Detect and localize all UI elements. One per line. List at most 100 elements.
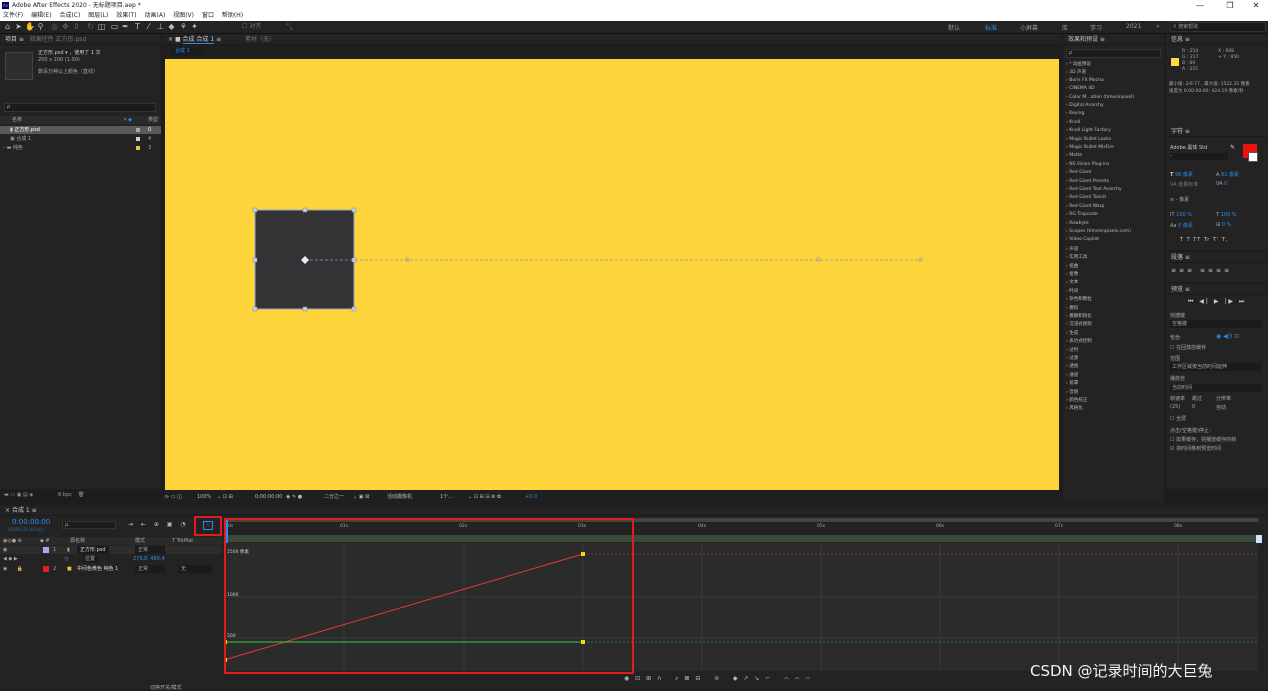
effects-category-item[interactable]: › 模拟: [1066, 305, 1078, 311]
effects-category-item[interactable]: › Keying: [1066, 111, 1084, 116]
snap-options-icon[interactable]: ⤡: [285, 22, 294, 32]
skip-dropdown[interactable]: 0: [1192, 404, 1195, 410]
orbit-tool-icon[interactable]: ◎: [50, 22, 59, 32]
rotate-tool-icon[interactable]: ↻: [86, 22, 95, 32]
label-icon[interactable]: ◆ #: [40, 537, 50, 545]
timeline-switches-icons[interactable]: ⇥ ⇤ ⊕ ▣ ◔: [128, 521, 189, 528]
brush-tool-icon[interactable]: ⁄: [144, 22, 153, 32]
effects-category-item[interactable]: › Rowbyte: [1066, 221, 1089, 226]
menu-composition[interactable]: 合成(C): [59, 12, 80, 19]
roto-brush-tool-icon[interactable]: ⚘: [179, 22, 188, 32]
menu-view[interactable]: 视图(V): [173, 12, 194, 19]
playback-controls-icon[interactable]: ⏮ ◀| ▶ |▶ ⏭: [1188, 298, 1246, 306]
type-tool-icon[interactable]: T: [133, 22, 142, 32]
project-item-solids-folder[interactable]: › ▬ 纯色 3: [0, 144, 161, 152]
col-name-header[interactable]: 名称: [12, 117, 22, 123]
effects-category-item[interactable]: › Red Giant Presets: [1066, 179, 1109, 184]
effects-category-item[interactable]: › Magic Bullet Looks: [1066, 137, 1111, 142]
help-search-input[interactable]: ⚲ 搜索帮助: [1170, 22, 1266, 32]
layer-mode-dropdown[interactable]: 正常: [135, 565, 165, 573]
effects-category-item[interactable]: › Matte: [1066, 153, 1082, 158]
layer-row-2[interactable]: ◉ 🔒 2 ■ 中间色黄色 纯色 1 正常 无: [0, 565, 222, 573]
minimize-button[interactable]: —: [1190, 0, 1210, 11]
tab-footage[interactable]: 素材（无）: [245, 36, 275, 43]
menu-effect[interactable]: 效果(T): [116, 12, 136, 19]
effects-category-item[interactable]: › Red Giant: [1066, 170, 1091, 175]
menu-layer[interactable]: 图层(L): [88, 12, 108, 19]
character-title[interactable]: 字符: [1171, 128, 1183, 135]
maximize-button[interactable]: ❐: [1220, 0, 1240, 11]
range-dropdown[interactable]: 工作区域按当前时间延伸: [1170, 363, 1262, 371]
keyframe-nav-icon[interactable]: ◀ ◆ ▶: [3, 556, 18, 562]
effects-category-item[interactable]: › 过时: [1066, 347, 1078, 353]
effects-category-item[interactable]: › 声道: [1066, 246, 1078, 252]
workspace-learn[interactable]: 学习: [1090, 23, 1102, 32]
effects-category-item[interactable]: › RG Trapcode: [1066, 212, 1098, 217]
col-trkmat[interactable]: T TrkMat: [172, 537, 193, 545]
effects-category-item[interactable]: › 表达式控制: [1066, 338, 1092, 344]
timeline-search-input[interactable]: ρ.: [62, 521, 116, 529]
bpc-label[interactable]: 8 bpc: [58, 490, 72, 500]
effects-category-item[interactable]: › 抠像: [1066, 271, 1078, 277]
effects-category-item[interactable]: › Scopes (timesinpixels.com): [1066, 229, 1131, 234]
grid-icons[interactable]: ⌄ ⊡ ⊞: [217, 492, 233, 502]
effects-category-item[interactable]: › 实用工具: [1066, 254, 1087, 260]
effects-category-item[interactable]: › 扭曲: [1066, 263, 1078, 269]
workspace-small-screen[interactable]: 小屏幕: [1020, 23, 1038, 32]
effects-category-item[interactable]: › Boris FX Mocha: [1066, 78, 1104, 83]
pan-behind-tool-icon[interactable]: ◫: [97, 22, 106, 32]
exposure-value[interactable]: +0.0: [525, 492, 537, 502]
close-tab-icon[interactable]: ×: [5, 507, 12, 514]
menu-edit[interactable]: 编辑(E): [31, 12, 51, 19]
timeline-current-time[interactable]: 0:00:00:00: [12, 518, 50, 526]
text-style-buttons[interactable]: T T TT Tr T' T,: [1180, 237, 1229, 243]
menu-file[interactable]: 文件(F): [3, 12, 23, 19]
effects-presets-title[interactable]: 效果和预设: [1068, 36, 1098, 43]
workspace-libraries[interactable]: 库: [1062, 23, 1068, 32]
resolution-dropdown[interactable]: 二分之一: [324, 492, 344, 502]
layer-property-position[interactable]: ◀ ◆ ▶ ◷ 位置 279.8, 485.4: [0, 555, 222, 563]
font-size-field[interactable]: T 96 像素: [1170, 171, 1193, 178]
project-search-input[interactable]: ρ: [4, 103, 156, 112]
stopwatch-icon[interactable]: ◷: [64, 555, 68, 563]
label-color-swatch[interactable]: [136, 146, 140, 150]
selection-tool-icon[interactable]: ➤: [14, 22, 23, 32]
tab-project[interactable]: 项目: [5, 36, 17, 43]
include-video-audio-icons[interactable]: ◉ ◀)) ⊡: [1216, 333, 1239, 340]
label-color-swatch[interactable]: [136, 137, 140, 141]
effects-category-item[interactable]: › Color M...ation (timesinpixel): [1066, 95, 1134, 100]
font-style-dropdown[interactable]: -: [1170, 153, 1228, 160]
tsume-field[interactable]: ⊞ 0 %: [1216, 222, 1231, 228]
play-from-dropdown[interactable]: 当前时间: [1170, 384, 1262, 392]
play-cached-checkbox[interactable]: ☐ 如果缓存，则播放缓存的帧: [1170, 436, 1236, 443]
effects-category-item[interactable]: › 过渡: [1066, 355, 1078, 361]
tab-composition[interactable]: 合成 合成 1: [182, 36, 215, 44]
preview-toggle-icons[interactable]: ⊳ ▭ ◫: [165, 492, 182, 502]
graph-toolbar-icons[interactable]: ◉ ⊡ ⊞ ∩ ⌕ ⊠ ⊟ ≋ ◆ ↗ ↘ ⌐ ⌒ ⌒ ⌒: [624, 675, 812, 683]
alignment-buttons-icon[interactable]: ≡≡≡ ≡≡≡≡: [1171, 267, 1232, 274]
zoom-dropdown[interactable]: 100%: [197, 492, 211, 502]
av-features-icons[interactable]: ◉◎● ⊕: [3, 538, 22, 544]
home-icon[interactable]: ⌂: [3, 22, 12, 32]
menu-window[interactable]: 窗口: [202, 12, 214, 19]
effects-category-item[interactable]: › 通道: [1066, 372, 1078, 378]
effects-category-item[interactable]: › Red Giant Warp: [1066, 204, 1104, 209]
effects-category-item[interactable]: › 音频: [1066, 389, 1078, 395]
position-value[interactable]: 279.8, 485.4: [133, 555, 165, 563]
project-item-square[interactable]: ▮ 正方形.psd 0: [0, 126, 161, 134]
eraser-tool-icon[interactable]: ◆: [167, 22, 176, 32]
stroke-color-swatch[interactable]: [1248, 152, 1258, 162]
effects-category-item[interactable]: › 颜色校正: [1066, 397, 1087, 403]
effects-category-item[interactable]: › 3D 声道: [1066, 69, 1086, 75]
visibility-icon[interactable]: ◉: [3, 547, 7, 553]
layer-name[interactable]: 正方形.psd: [77, 546, 109, 554]
tab-effect-controls[interactable]: 效果控件 正方形.psd: [30, 36, 87, 43]
eyedropper-icon[interactable]: ✎: [1230, 144, 1235, 151]
baseline-shift-field[interactable]: Aa 0 像素: [1170, 222, 1193, 229]
effects-category-item[interactable]: › Knoll: [1066, 120, 1080, 125]
col-source-name[interactable]: 源名称: [70, 537, 85, 545]
leading-field[interactable]: A 81 像素: [1216, 171, 1239, 178]
layer-row-1[interactable]: ◉ 1 ▮ 正方形.psd 正常: [0, 546, 222, 554]
label-color-swatch[interactable]: [136, 128, 140, 132]
effects-category-item[interactable]: › 文本: [1066, 279, 1078, 285]
